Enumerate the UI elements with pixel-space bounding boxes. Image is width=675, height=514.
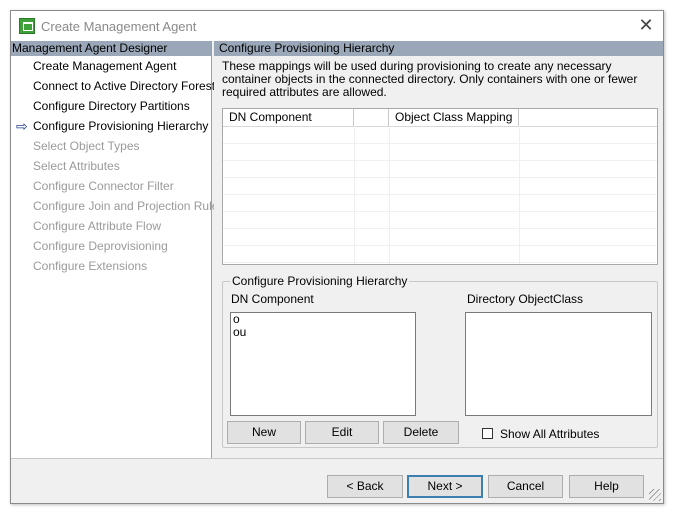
back-button[interactable]: < Back bbox=[327, 475, 403, 498]
new-button[interactable]: New bbox=[227, 421, 301, 444]
sidebar-item-configure-directory-partitions[interactable]: Configure Directory Partitions bbox=[11, 96, 211, 116]
sidebar-item-create-management-agent[interactable]: Create Management Agent bbox=[11, 56, 211, 76]
table-row bbox=[223, 246, 657, 263]
dn-component-label: DN Component bbox=[231, 292, 314, 306]
sidebar-item-label: Configure Extensions bbox=[33, 259, 148, 273]
sidebar-item-select-object-types: Select Object Types bbox=[11, 136, 211, 156]
list-item[interactable]: ou bbox=[231, 326, 415, 339]
sidebar-item-configure-deprovisioning: Configure Deprovisioning bbox=[11, 236, 211, 256]
create-management-agent-dialog: Create Management Agent ✕ Management Age… bbox=[10, 10, 664, 504]
table-row bbox=[223, 195, 657, 212]
mapping-table-header: DN Component Object Class Mapping bbox=[223, 109, 657, 127]
directory-objectclass-label: Directory ObjectClass bbox=[467, 292, 584, 306]
column-header-object-class-mapping[interactable]: Object Class Mapping bbox=[389, 109, 519, 126]
edit-button[interactable]: Edit bbox=[305, 421, 379, 444]
dn-component-listbox[interactable]: o ou bbox=[230, 312, 416, 416]
window-title: Create Management Agent bbox=[41, 19, 197, 34]
sidebar-item-configure-extensions: Configure Extensions bbox=[11, 256, 211, 276]
page-description: These mappings will be used during provi… bbox=[222, 59, 638, 99]
show-all-attributes-checkbox[interactable] bbox=[482, 428, 493, 439]
sidebar-item-label: Configure Attribute Flow bbox=[33, 219, 162, 233]
sidebar-item-label: Select Object Types bbox=[33, 139, 140, 153]
table-row bbox=[223, 178, 657, 195]
sidebar-item-label: Configure Provisioning Hierarchy bbox=[33, 119, 209, 133]
column-header-filler bbox=[519, 109, 657, 126]
sidebar-item-label: Create Management Agent bbox=[33, 59, 177, 73]
delete-button[interactable]: Delete bbox=[383, 421, 459, 444]
sidebar-item-connect-to-active-directory-forest[interactable]: Connect to Active Directory Forest bbox=[11, 76, 215, 96]
sidebar-item-label: Configure Join and Projection Rules bbox=[33, 199, 225, 213]
sidebar-item-label: Configure Deprovisioning bbox=[33, 239, 168, 253]
sidebar-item-configure-join-and-projection-rules: Configure Join and Projection Rules bbox=[11, 196, 224, 216]
sidebar-item-label: Configure Directory Partitions bbox=[33, 99, 190, 113]
directory-objectclass-listbox[interactable] bbox=[465, 312, 652, 416]
page-title: Configure Provisioning Hierarchy bbox=[214, 41, 663, 56]
sidebar-item-label: Configure Connector Filter bbox=[33, 179, 174, 193]
table-row bbox=[223, 144, 657, 161]
designer-steps-pane: Management Agent Designer Create Managem… bbox=[11, 41, 224, 458]
sidebar-item-label: Select Attributes bbox=[33, 159, 120, 173]
sidebar-item-configure-connector-filter: Configure Connector Filter bbox=[11, 176, 211, 196]
mapping-table[interactable]: DN Component Object Class Mapping bbox=[222, 108, 658, 265]
close-icon[interactable]: ✕ bbox=[637, 15, 655, 35]
designer-steps-header: Management Agent Designer bbox=[11, 41, 211, 56]
provisioning-hierarchy-group: Configure Provisioning Hierarchy DN Comp… bbox=[222, 274, 658, 448]
sidebar-item-configure-attribute-flow: Configure Attribute Flow bbox=[11, 216, 211, 236]
provisioning-hierarchy-pane: Configure Provisioning Hierarchy These m… bbox=[214, 41, 663, 458]
group-legend: Configure Provisioning Hierarchy bbox=[230, 274, 410, 288]
column-header-dn-component[interactable]: DN Component bbox=[223, 109, 354, 126]
help-button[interactable]: Help bbox=[569, 475, 644, 498]
column-header-blank[interactable] bbox=[354, 109, 389, 126]
wizard-footer: < Back Next > Cancel Help bbox=[11, 458, 663, 503]
table-row bbox=[223, 229, 657, 246]
mapping-table-body bbox=[223, 127, 657, 263]
sidebar-item-select-attributes: Select Attributes bbox=[11, 156, 211, 176]
show-all-attributes-label[interactable]: Show All Attributes bbox=[500, 427, 599, 441]
current-step-arrow-icon: ⇨ bbox=[16, 118, 28, 134]
table-row bbox=[223, 127, 657, 144]
cancel-button[interactable]: Cancel bbox=[488, 475, 563, 498]
management-agent-icon bbox=[19, 18, 35, 34]
table-row bbox=[223, 212, 657, 229]
list-item[interactable]: o bbox=[231, 313, 415, 326]
resize-grip-icon[interactable] bbox=[649, 489, 661, 501]
next-button[interactable]: Next > bbox=[407, 475, 483, 498]
designer-steps-list: Create Management Agent Connect to Active… bbox=[11, 56, 224, 276]
sidebar-item-label: Connect to Active Directory Forest bbox=[33, 79, 216, 93]
title-bar: Create Management Agent ✕ bbox=[11, 11, 663, 41]
sidebar-item-configure-provisioning-hierarchy[interactable]: ⇨ Configure Provisioning Hierarchy bbox=[11, 116, 211, 136]
table-row bbox=[223, 161, 657, 178]
